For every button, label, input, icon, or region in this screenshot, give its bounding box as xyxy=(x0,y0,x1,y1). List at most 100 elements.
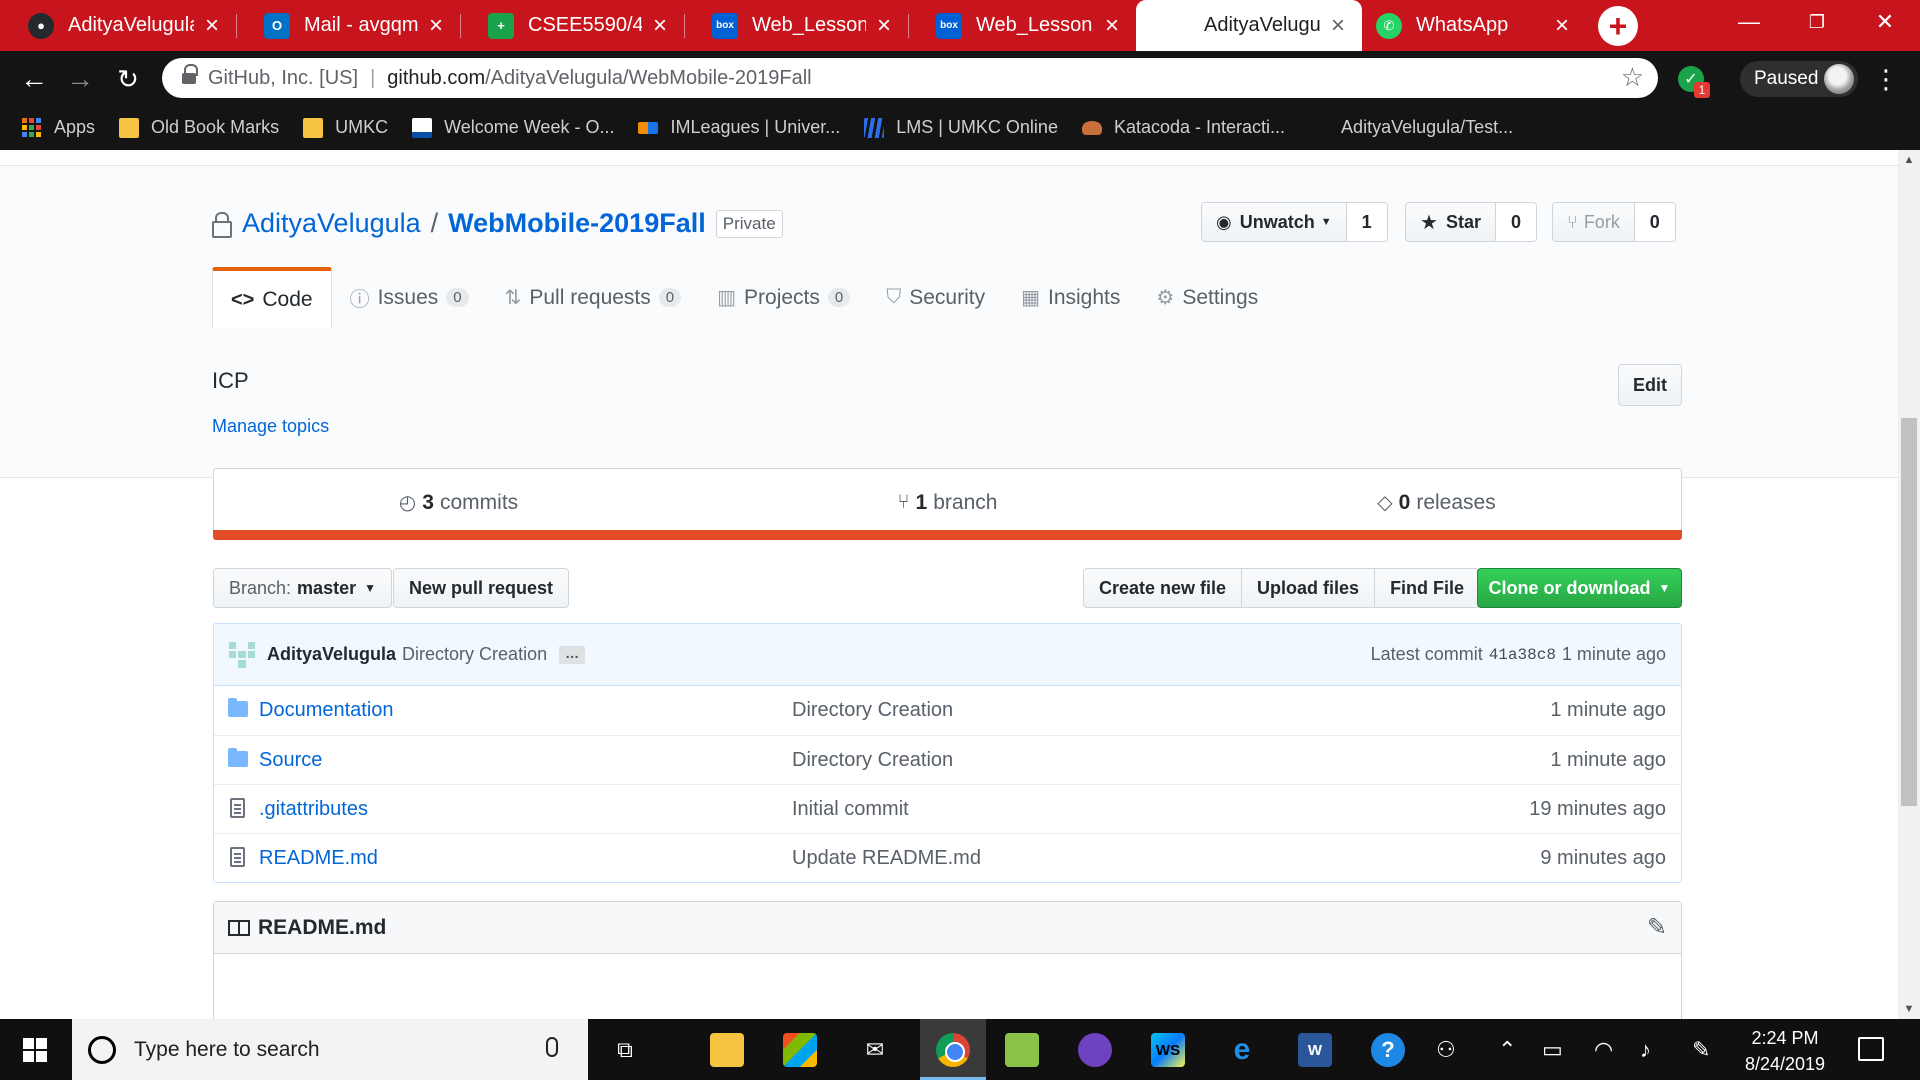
file-commit-message-link[interactable]: Update README.md xyxy=(792,847,981,870)
file-name-link[interactable]: Source xyxy=(259,749,322,772)
branch-select-button[interactable]: Branch: master ▼ xyxy=(213,568,392,608)
notepad-plus-icon[interactable] xyxy=(1000,1029,1044,1071)
file-name-link[interactable]: .gitattributes xyxy=(259,798,368,821)
commit-message-link[interactable]: Directory Creation xyxy=(402,644,547,665)
browser-tab[interactable]: ● AdityaVelugula/ × xyxy=(0,0,236,51)
word-icon[interactable]: W xyxy=(1293,1029,1337,1071)
address-bar[interactable]: GitHub, Inc. [US] | github.com/AdityaVel… xyxy=(162,58,1658,98)
tab-security[interactable]: ⛉ Security xyxy=(868,267,1003,328)
page-scrollbar[interactable]: ▲ ▼ xyxy=(1898,150,1920,1019)
tab-issues[interactable]: ⓘ Issues 0 xyxy=(332,267,487,328)
windows-start-icon[interactable] xyxy=(23,1038,47,1062)
close-window-button[interactable]: ✕ xyxy=(1850,0,1920,44)
microphone-icon[interactable] xyxy=(546,1037,558,1057)
menu-icon[interactable]: ⋮ xyxy=(1873,61,1899,97)
close-icon[interactable]: × xyxy=(874,12,894,40)
upload-files-button[interactable]: Upload files xyxy=(1242,569,1376,607)
stargazers-count[interactable]: 0 xyxy=(1495,203,1536,241)
expand-commit-button[interactable]: … xyxy=(559,645,586,664)
tab-code[interactable]: <> Code xyxy=(212,267,332,329)
manage-topics-link[interactable]: Manage topics xyxy=(212,416,329,437)
bookmark-link[interactable]: Katacoda - Interacti... xyxy=(1081,117,1285,138)
close-icon[interactable]: × xyxy=(1102,12,1122,40)
close-icon[interactable]: × xyxy=(650,12,670,40)
bookmark-apps[interactable]: Apps xyxy=(22,117,95,138)
restore-button[interactable]: ❐ xyxy=(1782,0,1852,44)
file-name-link[interactable]: README.md xyxy=(259,847,378,870)
wifi-icon[interactable]: ◠ xyxy=(1594,1037,1613,1063)
close-icon[interactable]: × xyxy=(1328,12,1348,40)
file-commit-message-link[interactable]: Directory Creation xyxy=(792,699,953,722)
tab-projects[interactable]: ▥ Projects 0 xyxy=(699,267,868,328)
watchers-count[interactable]: 1 xyxy=(1346,203,1387,241)
commit-sha-link[interactable]: 41a38c8 xyxy=(1489,646,1556,664)
help-icon[interactable]: ? xyxy=(1366,1029,1410,1071)
people-icon[interactable]: ⚇ xyxy=(1436,1037,1456,1063)
browser-tab[interactable]: box Web_Lesson1.do × xyxy=(684,0,908,51)
new-tab-button[interactable]: + xyxy=(1598,6,1638,46)
file-commit-message-link[interactable]: Directory Creation xyxy=(792,749,953,772)
browser-tab[interactable]: O Mail - avgqm@u × xyxy=(236,0,460,51)
bookmark-link[interactable]: IMLeagues | Univer... xyxy=(638,117,840,138)
minimize-button[interactable]: — xyxy=(1714,0,1784,44)
bookmark-link[interactable]: AdityaVelugula/Test... xyxy=(1309,117,1513,138)
pen-icon[interactable]: ✎ xyxy=(1692,1037,1710,1063)
scroll-up-icon[interactable]: ▲ xyxy=(1898,154,1920,166)
taskbar-search[interactable]: Type here to search xyxy=(72,1019,588,1080)
notification-icon[interactable] xyxy=(1858,1037,1884,1061)
browser-tab-active[interactable]: AdityaVelugula/ × xyxy=(1136,0,1362,51)
chrome-icon[interactable] xyxy=(931,1029,975,1071)
volume-muted-icon[interactable]: ♪ xyxy=(1640,1037,1651,1063)
commit-author-link[interactable]: AdityaVelugula xyxy=(267,644,396,665)
close-icon[interactable]: × xyxy=(1552,12,1572,40)
bookmark-star-icon[interactable]: ☆ xyxy=(1621,62,1644,93)
commits-link[interactable]: ◴ 3 commits xyxy=(214,469,703,536)
clone-or-download-button[interactable]: Clone or download ▼ xyxy=(1477,568,1682,608)
close-icon[interactable]: × xyxy=(426,12,446,40)
bookmark-link[interactable]: LMS | UMKC Online xyxy=(864,117,1058,138)
bookmark-link[interactable]: Welcome Week - O... xyxy=(412,117,614,138)
repo-owner-link[interactable]: AdityaVelugula xyxy=(242,208,421,239)
battery-icon[interactable]: ▭ xyxy=(1542,1037,1563,1063)
edit-description-button[interactable]: Edit xyxy=(1618,364,1682,406)
tab-pull-requests[interactable]: ⇅ Pull requests 0 xyxy=(487,267,700,328)
scrollbar-thumb[interactable] xyxy=(1901,418,1917,806)
browser-tab[interactable]: box Web_Lesson1.pp × xyxy=(908,0,1136,51)
file-explorer-icon[interactable] xyxy=(705,1029,749,1071)
releases-link[interactable]: ◇ 0 releases xyxy=(1192,469,1681,536)
chevron-up-icon[interactable]: ⌃ xyxy=(1498,1037,1516,1063)
store-icon[interactable] xyxy=(778,1029,822,1071)
find-file-button[interactable]: Find File xyxy=(1375,569,1479,607)
repo-name-link[interactable]: WebMobile-2019Fall xyxy=(448,208,706,239)
back-button[interactable]: ← xyxy=(14,59,54,99)
bookmark-folder[interactable]: Old Book Marks xyxy=(119,117,279,138)
pencil-icon[interactable]: ✎ xyxy=(1647,913,1667,942)
bookmark-folder[interactable]: UMKC xyxy=(303,117,388,138)
taskbar-clock[interactable]: 2:24 PM 8/24/2019 xyxy=(1730,1025,1840,1077)
create-new-file-button[interactable]: Create new file xyxy=(1084,569,1243,607)
browser-tab[interactable]: + CSEE5590/490: W × xyxy=(460,0,684,51)
forks-count[interactable]: 0 xyxy=(1634,203,1675,241)
fork-button[interactable]: ⑂ Fork xyxy=(1553,203,1635,241)
unwatch-button[interactable]: ◉ Unwatch ▼ xyxy=(1202,203,1347,241)
file-name-link[interactable]: Documentation xyxy=(259,699,394,722)
avatar[interactable] xyxy=(229,641,255,668)
tab-insights[interactable]: ▦ Insights xyxy=(1003,267,1138,328)
star-button[interactable]: ★ Star xyxy=(1406,203,1496,241)
branches-link[interactable]: ⑂ 1 branch xyxy=(703,469,1192,536)
edge-icon[interactable]: e xyxy=(1220,1029,1264,1071)
language-bar[interactable] xyxy=(213,530,1682,540)
profile-button[interactable]: Paused xyxy=(1740,61,1858,97)
forward-button[interactable]: → xyxy=(60,59,100,99)
file-commit-message-link[interactable]: Initial commit xyxy=(792,798,909,821)
new-pull-request-button[interactable]: New pull request xyxy=(393,568,570,608)
tab-settings[interactable]: ⚙ Settings xyxy=(1138,267,1276,328)
close-icon[interactable]: × xyxy=(202,12,222,40)
scroll-down-icon[interactable]: ▼ xyxy=(1898,1003,1920,1015)
webstorm-icon[interactable]: WS xyxy=(1146,1029,1190,1071)
reload-button[interactable]: ↻ xyxy=(108,59,148,99)
github-desktop-icon[interactable] xyxy=(1073,1029,1117,1071)
task-view-icon[interactable]: ⧉ xyxy=(603,1029,647,1071)
browser-tab[interactable]: ✆ WhatsApp × xyxy=(1362,0,1586,51)
mail-icon[interactable]: ✉ xyxy=(853,1029,897,1071)
